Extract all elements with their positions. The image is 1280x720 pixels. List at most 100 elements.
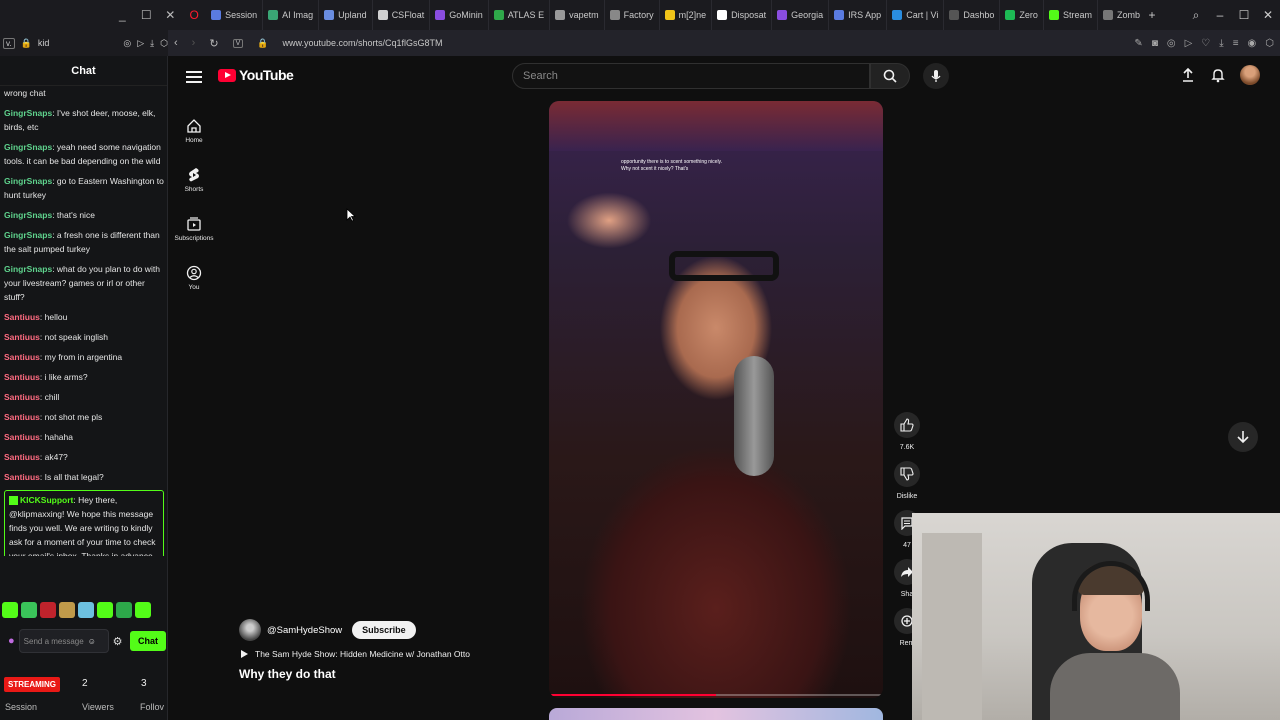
channel-name[interactable]: @SamHydeShow <box>267 625 342 636</box>
chat-username[interactable]: GingrSnaps <box>4 210 52 220</box>
browser-tab[interactable]: Stream <box>1044 0 1098 30</box>
back-icon[interactable]: ‹ <box>174 37 178 49</box>
emote-icon[interactable] <box>40 602 56 618</box>
emote-icon[interactable] <box>78 602 94 618</box>
chat-message-text: : not speak inglish <box>39 332 108 342</box>
emote-icon[interactable] <box>21 602 37 618</box>
browser-tab[interactable]: Zombo <box>1098 0 1140 30</box>
voice-search-button[interactable] <box>923 63 949 89</box>
related-video-link[interactable]: The Sam Hyde Show: Hidden Medicine w/ Jo… <box>239 649 539 659</box>
upload-icon[interactable] <box>1180 67 1196 83</box>
guide-item-shorts[interactable]: Shorts <box>168 155 220 204</box>
channel-avatar[interactable] <box>239 619 261 641</box>
dislike-button[interactable] <box>894 461 920 487</box>
play-icon[interactable]: ▷ <box>1185 38 1193 49</box>
browser-tab[interactable]: IRS App <box>829 0 888 30</box>
restore-window-icon[interactable]: _ <box>110 0 134 30</box>
profile-icon[interactable]: ◉ <box>1248 38 1257 49</box>
browser-tab[interactable]: ATLAS E <box>489 0 551 30</box>
tab-search-icon[interactable]: ⌕ <box>1184 8 1208 23</box>
browser-tab[interactable]: m[2]ne <box>660 0 713 30</box>
subscribe-button[interactable]: Subscribe <box>352 621 416 639</box>
chat-username[interactable]: GingrSnaps <box>4 230 52 240</box>
chat-input[interactable]: Send a message ☺ <box>18 629 109 653</box>
shield-icon[interactable]: ◎ <box>1167 38 1176 49</box>
search-button[interactable] <box>870 63 910 89</box>
emote-icon[interactable] <box>116 602 132 618</box>
chat-username[interactable]: KICKSupport <box>20 495 73 505</box>
next-short-preview[interactable] <box>549 708 883 720</box>
youtube-logo[interactable]: YouTube <box>218 67 294 83</box>
emoji-icon[interactable]: ☺ <box>88 637 96 646</box>
chat-send-button[interactable]: Chat <box>130 631 166 651</box>
sidebar-url[interactable]: kid <box>38 38 50 48</box>
chat-username[interactable]: Santiuus <box>4 352 40 362</box>
minimize-sidebar-icon[interactable] <box>0 0 110 30</box>
reload-icon[interactable]: ↻ <box>209 37 218 50</box>
guide-item-you[interactable]: You <box>168 253 220 302</box>
chat-username[interactable]: GingrSnaps <box>4 108 52 118</box>
chat-username[interactable]: GingrSnaps <box>4 176 52 186</box>
emote-icon[interactable] <box>59 602 75 618</box>
browser-tab[interactable]: Disposat <box>712 0 773 30</box>
browser-tab[interactable]: Dashbo <box>944 0 1001 30</box>
browser-tab[interactable]: Upland <box>319 0 373 30</box>
guide-item-subscriptions[interactable]: Subscriptions <box>168 204 220 253</box>
chat-username[interactable]: GingrSnaps <box>4 142 52 152</box>
browser-tab[interactable]: vapetm <box>550 0 605 30</box>
like-button[interactable] <box>894 412 920 438</box>
heart-icon[interactable]: ♡ <box>1201 38 1210 49</box>
browser-tab[interactable]: Georgia <box>772 0 830 30</box>
close-sidebar-icon[interactable]: ✕ <box>158 0 182 30</box>
notifications-bell-icon[interactable] <box>1210 67 1226 83</box>
minimize-window-icon[interactable]: – <box>1208 8 1232 22</box>
guide-item-home[interactable]: Home <box>168 106 220 155</box>
browser-tab[interactable]: Session <box>206 0 264 30</box>
edit-icon[interactable]: ✎ <box>1134 38 1142 49</box>
opera-logo-icon[interactable]: O <box>182 0 206 30</box>
search-input[interactable]: Search <box>512 63 870 89</box>
close-window-icon[interactable]: ✕ <box>1256 8 1280 22</box>
mic-icon[interactable]: ● <box>8 635 15 647</box>
chat-message-text: : chill <box>39 392 60 402</box>
extensions-icon[interactable]: ⬡ <box>1265 38 1274 49</box>
chat-username[interactable]: Santiuus <box>4 432 40 442</box>
site-info-icon[interactable]: V <box>232 38 244 48</box>
chat-username[interactable]: Santiuus <box>4 332 40 342</box>
emote-icon[interactable] <box>135 602 151 618</box>
menu-icon[interactable]: ≡ <box>1233 38 1239 49</box>
chat-username[interactable]: GingrSnaps <box>4 264 52 274</box>
shorts-video-player[interactable]: opportunity there is to scent something … <box>549 101 883 698</box>
forward-icon[interactable]: › <box>192 37 196 49</box>
emote-icon[interactable] <box>97 602 113 618</box>
maximize-icon[interactable]: ☐ <box>134 0 158 30</box>
chat-username[interactable]: Santiuus <box>4 372 40 382</box>
browser-tab[interactable]: AI Imag <box>263 0 320 30</box>
browser-tab[interactable]: Factory <box>605 0 660 30</box>
browser-tab[interactable]: CSFloat <box>373 0 431 30</box>
cube-icon[interactable]: ⬡ <box>160 38 168 49</box>
settings-gear-icon[interactable]: ⚙ <box>113 635 123 648</box>
browser-tab[interactable]: Cart | Vi <box>887 0 945 30</box>
next-short-button[interactable] <box>1228 422 1258 452</box>
download-icon[interactable]: ⤓ <box>1219 38 1223 49</box>
shield-icon[interactable]: ◎ <box>123 38 131 49</box>
emote-icon[interactable] <box>2 602 18 618</box>
chat-username[interactable]: Santiuus <box>4 312 40 322</box>
camera-icon[interactable]: ◙ <box>1152 38 1158 49</box>
chat-username[interactable]: Santiuus <box>4 412 40 422</box>
play-icon[interactable]: ▷ <box>137 38 144 49</box>
maximize-window-icon[interactable]: ☐ <box>1232 8 1256 22</box>
avatar[interactable] <box>1240 65 1260 85</box>
chat-username[interactable]: Santiuus <box>4 472 40 482</box>
hamburger-menu-icon[interactable] <box>186 68 202 84</box>
browser-tab[interactable]: Zero <box>1000 0 1044 30</box>
browser-tab[interactable]: GoMinin <box>430 0 489 30</box>
url-field[interactable]: www.youtube.com/shorts/Cq1flGsG8TM <box>282 38 442 48</box>
chat-username[interactable]: Santiuus <box>4 452 40 462</box>
download-icon[interactable]: ⤓ <box>150 38 154 49</box>
new-tab-icon[interactable]: + <box>1140 8 1164 22</box>
chat-username[interactable]: Santiuus <box>4 392 40 402</box>
sidebar-v-box[interactable]: v. <box>3 37 15 49</box>
video-progress-bar[interactable] <box>549 694 883 696</box>
